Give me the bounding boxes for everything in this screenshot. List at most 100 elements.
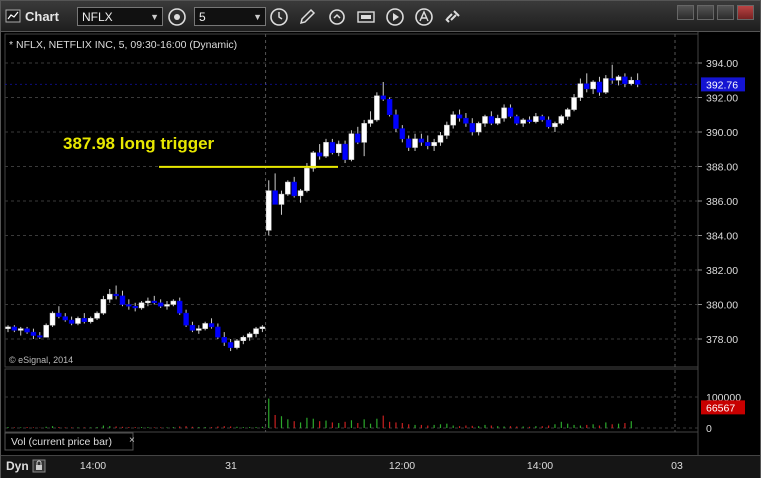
candle-body	[539, 116, 545, 121]
candle-body	[196, 328, 202, 331]
trigger-annotation: 387.98 long trigger	[63, 134, 215, 153]
candle-body	[380, 95, 386, 100]
candle-body	[304, 167, 310, 191]
time-tick-label: 12:00	[388, 460, 416, 472]
candle-body	[30, 331, 37, 336]
candle-body	[126, 304, 132, 307]
candle-body	[189, 324, 196, 331]
price-tick-label: 382.00	[706, 265, 738, 277]
candle-body	[335, 143, 342, 153]
candle-body	[234, 340, 240, 348]
candle-body	[215, 326, 221, 338]
candle-body	[240, 337, 247, 341]
candle-body	[405, 138, 412, 148]
candle-body	[437, 135, 444, 143]
interval-value: 5	[199, 10, 206, 24]
candle-body	[208, 323, 215, 328]
close-button[interactable]	[737, 5, 754, 20]
price-tick-label: 394.00	[706, 58, 738, 70]
close-icon[interactable]: ×	[129, 435, 135, 446]
volume-tick-label: 0	[706, 423, 712, 435]
lock-icon[interactable]	[32, 459, 46, 473]
candle-body	[609, 78, 615, 81]
candle-body	[285, 181, 291, 195]
candle-body	[183, 312, 189, 326]
help-button[interactable]	[677, 5, 694, 20]
copyright-text: © eSignal, 2014	[9, 355, 73, 365]
candle-body	[246, 333, 253, 338]
candle-body	[552, 123, 558, 128]
candle-body	[5, 326, 11, 329]
chart-area[interactable]: 1000000 394.00392.00390.00388.00386.0038…	[1, 32, 760, 455]
price-tick-label: 386.00	[706, 196, 738, 208]
candle-body	[412, 138, 418, 148]
candle-body	[138, 302, 145, 309]
alert-icon[interactable]	[414, 7, 434, 27]
candle-body	[176, 300, 183, 314]
price-tick-label: 392.00	[706, 93, 738, 105]
candle-body	[622, 76, 628, 84]
candle-body	[272, 190, 278, 205]
candle-body	[469, 123, 476, 133]
link-icon[interactable]	[443, 7, 463, 27]
chevron-down-icon[interactable]: ▼	[150, 8, 159, 27]
play-icon[interactable]	[385, 7, 405, 27]
time-tick-label: 31	[225, 460, 237, 472]
candle-body	[494, 117, 501, 124]
candle-body	[81, 318, 88, 322]
price-tick-label: 388.00	[706, 162, 738, 174]
candle-body	[17, 328, 24, 331]
volume-study-label: Vol (current price bar)	[11, 436, 112, 448]
candle-body	[342, 143, 348, 160]
app-icon	[5, 9, 21, 23]
settings-icon[interactable]	[167, 7, 187, 27]
candle-body	[259, 326, 266, 329]
candle-body	[577, 83, 584, 98]
candle-body	[393, 114, 399, 129]
candle-body	[221, 337, 227, 343]
candle-body	[113, 293, 119, 297]
time-tick-label: 14:00	[526, 460, 554, 472]
candle-body	[132, 305, 138, 309]
candle-body	[361, 123, 367, 143]
candle-body	[355, 133, 361, 143]
candle-body	[291, 181, 297, 197]
candle-body	[367, 119, 374, 124]
maximize-button[interactable]	[717, 5, 734, 20]
pencil-icon[interactable]	[297, 7, 317, 27]
price-axis: 394.00 392.00 390.00 388.00 386.00 384.00 382.…	[698, 58, 738, 346]
hd-icon[interactable]	[356, 7, 376, 27]
candle-body	[43, 324, 49, 338]
candle-body	[596, 81, 603, 93]
candle-body	[628, 80, 635, 84]
bottom-bar: Dyn 14:00 31 12:00 14:00 03	[1, 455, 760, 478]
candle-body	[545, 119, 552, 128]
title-bar: Chart NFLX ▼ 5 ▼	[1, 1, 760, 32]
candle-body	[488, 116, 495, 124]
candle-body	[145, 300, 151, 304]
candle-body	[56, 312, 62, 317]
symbol-value: NFLX	[82, 10, 113, 24]
chevron-down-icon[interactable]: ▼	[253, 8, 262, 27]
replay-icon[interactable]	[327, 7, 347, 27]
minimize-button[interactable]	[697, 5, 714, 20]
candle-body	[24, 328, 30, 333]
candle-body	[615, 76, 622, 81]
candle-body	[507, 107, 514, 117]
candle-body	[590, 81, 596, 90]
candle-body	[119, 295, 126, 305]
candle-body	[514, 116, 520, 124]
candle-body	[348, 133, 355, 160]
time-tick-label: 03	[671, 460, 683, 472]
dynamic-mode-label[interactable]: Dyn	[6, 459, 29, 473]
candle-body	[329, 142, 336, 153]
candle-body	[100, 299, 107, 314]
clock-icon[interactable]	[269, 7, 289, 27]
candle-body	[94, 312, 100, 319]
candle-body	[75, 318, 81, 324]
candle-body	[418, 138, 425, 143]
candle-body	[603, 78, 609, 93]
candle-body	[444, 124, 450, 136]
symbol-input[interactable]: NFLX ▼	[77, 7, 163, 26]
interval-input[interactable]: 5 ▼	[194, 7, 266, 26]
